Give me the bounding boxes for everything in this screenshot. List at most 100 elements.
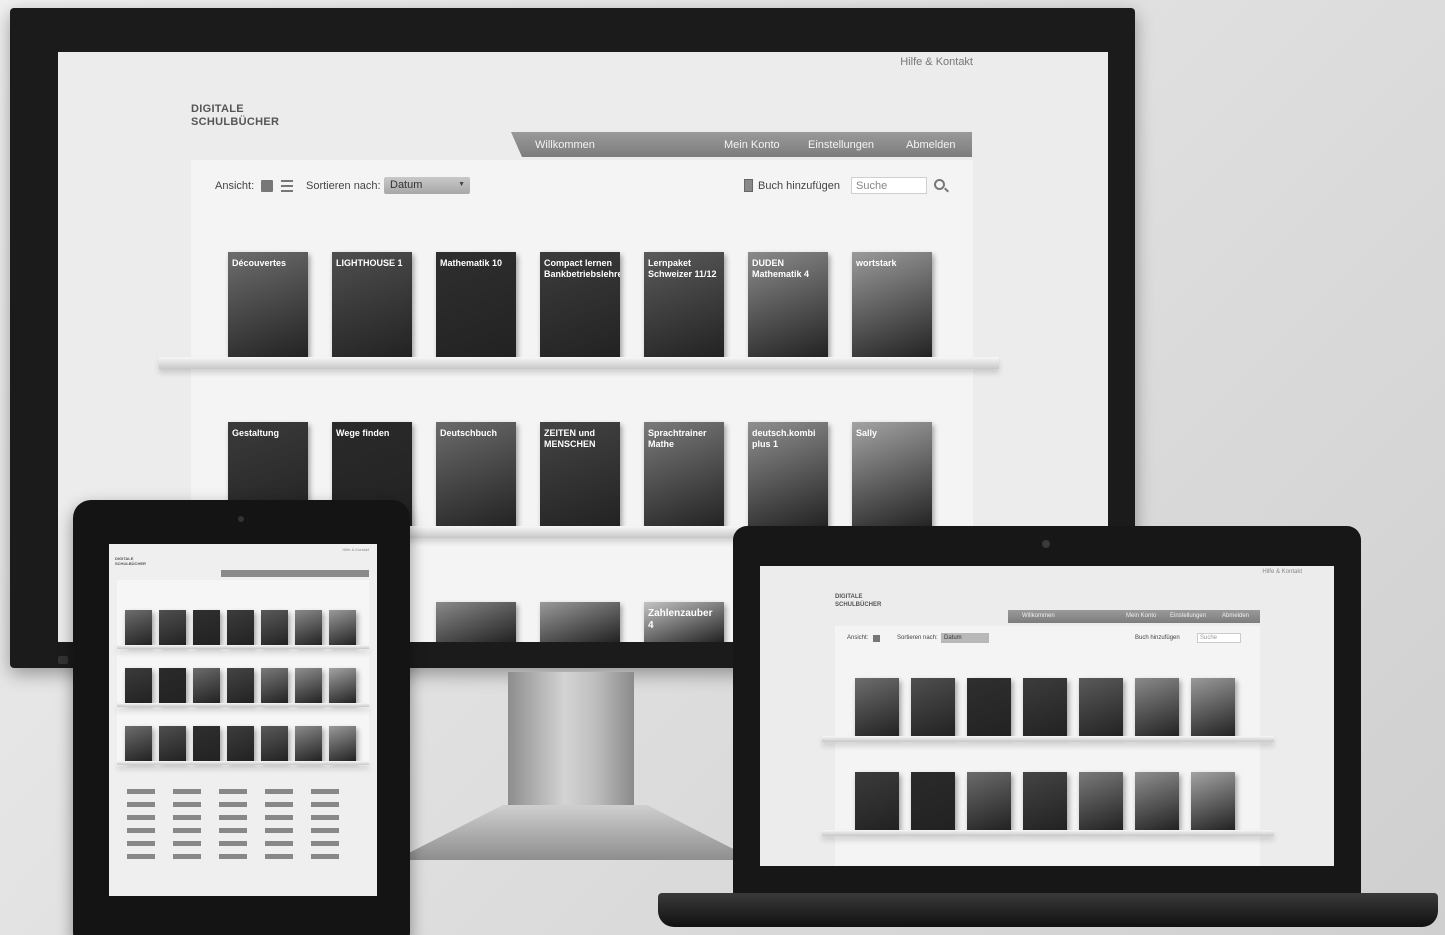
book-cover[interactable] [1079, 678, 1123, 736]
book-cover[interactable] [436, 602, 516, 642]
book-cover[interactable] [967, 772, 1011, 830]
power-indicator-icon [58, 656, 68, 664]
book-cover[interactable]: wortstark [852, 252, 932, 358]
book-title: Wege finden [336, 428, 390, 438]
sort-value: Datum [390, 179, 423, 191]
search-input[interactable]: Suche [851, 177, 927, 194]
help-contact-link[interactable]: Hilfe & Kontakt [343, 547, 369, 552]
book-cover[interactable] [159, 668, 186, 703]
brand-logo: DIGITALE SCHULBÜCHER [191, 103, 279, 129]
publisher-logo-icon [173, 841, 201, 846]
book-title: Découvertes [232, 258, 287, 268]
nav-welcome[interactable]: Willkommen [1022, 613, 1055, 619]
sort-select[interactable]: Datum [384, 177, 470, 194]
publisher-logo-icon [311, 815, 339, 820]
book-cover[interactable] [159, 726, 186, 761]
book-cover[interactable] [967, 678, 1011, 736]
book-cover[interactable]: ZEITEN und MENSCHEN [540, 422, 620, 528]
book-cover[interactable] [1191, 772, 1235, 830]
brand-logo: DIGITALE SCHULBÜCHER [115, 556, 146, 566]
book-cover[interactable]: DUDEN Mathematik 4 [748, 252, 828, 358]
book-cover[interactable] [1079, 772, 1123, 830]
nav-logout[interactable]: Abmelden [906, 139, 956, 151]
brand-line-2: SCHULBÜCHER [191, 116, 280, 128]
book-cover[interactable] [329, 726, 356, 761]
book-cover[interactable]: Lernpaket Schweizer 11/12 [644, 252, 724, 358]
publisher-logo-icon [265, 815, 293, 820]
publisher-logo-icon [173, 815, 201, 820]
book-cover[interactable]: deutsch.kombi plus 1 [748, 422, 828, 528]
help-contact-link[interactable]: Hilfe & Kontakt [900, 56, 973, 68]
book-cover[interactable] [911, 678, 955, 736]
add-book-link[interactable]: Buch hinzufügen [1135, 635, 1180, 641]
nav-welcome[interactable]: Willkommen [535, 139, 595, 151]
book-cover[interactable]: LIGHTHOUSE 1 [332, 252, 412, 358]
book-cover[interactable] [227, 726, 254, 761]
publisher-logo-icon [311, 802, 339, 807]
nav-my-account[interactable]: Mein Konto [1126, 613, 1156, 619]
add-book-icon[interactable] [744, 179, 753, 192]
book-cover[interactable] [227, 668, 254, 703]
book-cover[interactable] [1135, 772, 1179, 830]
book-cover[interactable] [261, 610, 288, 645]
nav-logout[interactable]: Abmelden [1222, 613, 1249, 619]
help-contact-link[interactable]: Hilfe & Kontakt [1262, 569, 1302, 575]
search-input[interactable]: Suche [1197, 633, 1241, 643]
book-cover[interactable]: Mathematik 10 [436, 252, 516, 358]
publisher-logo-icon [219, 841, 247, 846]
book-cover[interactable] [261, 668, 288, 703]
grid-view-icon[interactable] [873, 635, 880, 642]
nav-settings[interactable]: Einstellungen [808, 139, 874, 151]
book-cover[interactable] [295, 668, 322, 703]
search-icon[interactable] [934, 179, 945, 190]
shelf-board [822, 830, 1274, 836]
book-cover[interactable] [855, 678, 899, 736]
publisher-logo-icon [311, 841, 339, 846]
book-cover[interactable] [1135, 678, 1179, 736]
sort-select[interactable]: Datum [941, 633, 989, 643]
search-placeholder: Suche [856, 180, 888, 192]
publisher-logo-icon [127, 789, 155, 794]
book-cover[interactable] [193, 726, 220, 761]
list-view-icon[interactable] [281, 180, 293, 192]
book-cover[interactable]: Sprachtrainer Mathe [644, 422, 724, 528]
book-cover[interactable]: Découvertes [228, 252, 308, 358]
book-cover[interactable]: Zahlenzauber 4 [644, 602, 724, 642]
book-cover[interactable] [193, 668, 220, 703]
main-nav [221, 570, 369, 577]
book-cover[interactable] [125, 726, 152, 761]
search-placeholder: Suche [1200, 635, 1218, 641]
nav-settings[interactable]: Einstellungen [1170, 613, 1206, 619]
book-cover[interactable] [1191, 678, 1235, 736]
book-cover[interactable] [295, 726, 322, 761]
book-cover[interactable] [329, 668, 356, 703]
book-cover[interactable]: Compact lernen Bankbetriebslehre [540, 252, 620, 358]
book-cover[interactable] [227, 610, 254, 645]
publisher-logos [127, 789, 357, 879]
book-title: Sally [856, 428, 878, 438]
book-cover[interactable]: Deutschbuch [436, 422, 516, 528]
book-cover[interactable] [911, 772, 955, 830]
device-mockup-scene: Hilfe & Kontakt DIGITALE SCHULBÜCHER Wil… [0, 0, 1445, 935]
book-cover[interactable] [295, 610, 322, 645]
book-title: LIGHTHOUSE 1 [336, 258, 403, 268]
add-book-link[interactable]: Buch hinzufügen [758, 180, 840, 192]
book-cover[interactable] [329, 610, 356, 645]
shelf-board [117, 703, 369, 707]
book-title: Sprachtrainer Mathe [648, 428, 707, 449]
book-cover[interactable] [540, 602, 620, 642]
laptop-base [658, 893, 1438, 927]
publisher-logo-icon [265, 828, 293, 833]
grid-view-icon[interactable] [261, 180, 273, 192]
book-cover[interactable] [261, 726, 288, 761]
book-cover[interactable] [159, 610, 186, 645]
book-cover[interactable] [1023, 678, 1067, 736]
book-cover[interactable] [193, 610, 220, 645]
book-title: ZEITEN und MENSCHEN [544, 428, 596, 449]
book-cover[interactable] [1023, 772, 1067, 830]
book-cover[interactable] [855, 772, 899, 830]
book-cover[interactable] [125, 610, 152, 645]
nav-my-account[interactable]: Mein Konto [724, 139, 780, 151]
book-cover[interactable]: Sally [852, 422, 932, 528]
book-cover[interactable] [125, 668, 152, 703]
